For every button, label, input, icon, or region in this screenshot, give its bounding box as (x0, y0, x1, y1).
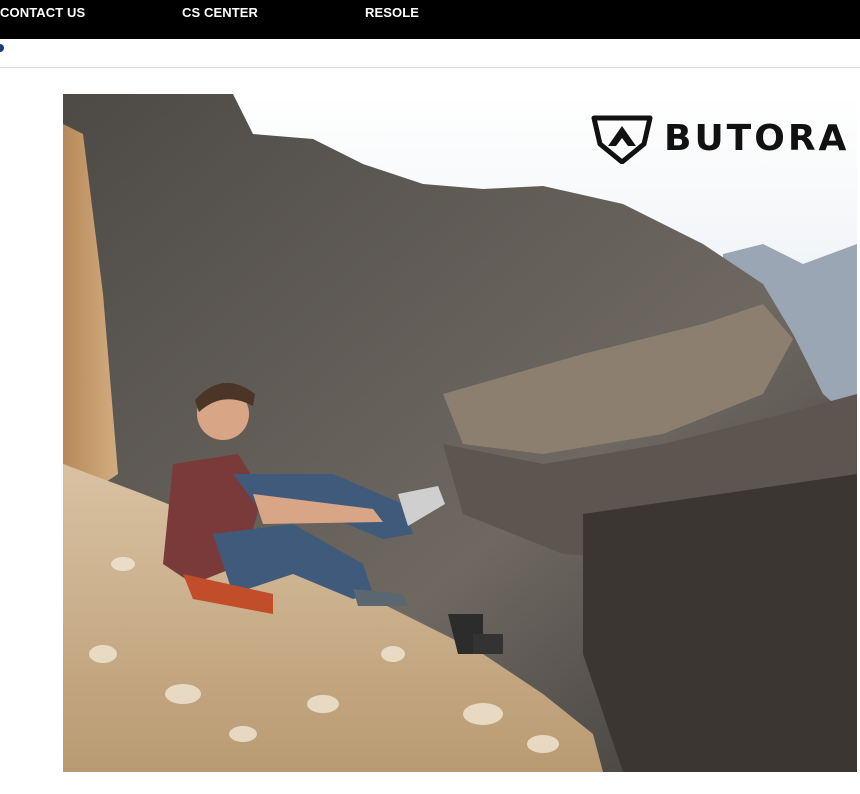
brand-name: BUTORA (664, 118, 850, 159)
nav-resole[interactable]: RESOLE (365, 5, 419, 20)
nav-cs-center[interactable]: CS CENTER (182, 5, 258, 20)
sub-header-bar (0, 39, 860, 68)
nav-contact-us[interactable]: CONTACT US (0, 5, 85, 20)
carousel-dot-icon[interactable] (0, 44, 4, 52)
brand-logo[interactable]: BUTORA (590, 112, 846, 164)
climber-cliff-photo (63, 94, 857, 772)
butora-logo-icon (591, 115, 653, 164)
hero-banner-image (63, 94, 857, 772)
top-nav-bar: CONTACT US CS CENTER RESOLE (0, 0, 860, 39)
